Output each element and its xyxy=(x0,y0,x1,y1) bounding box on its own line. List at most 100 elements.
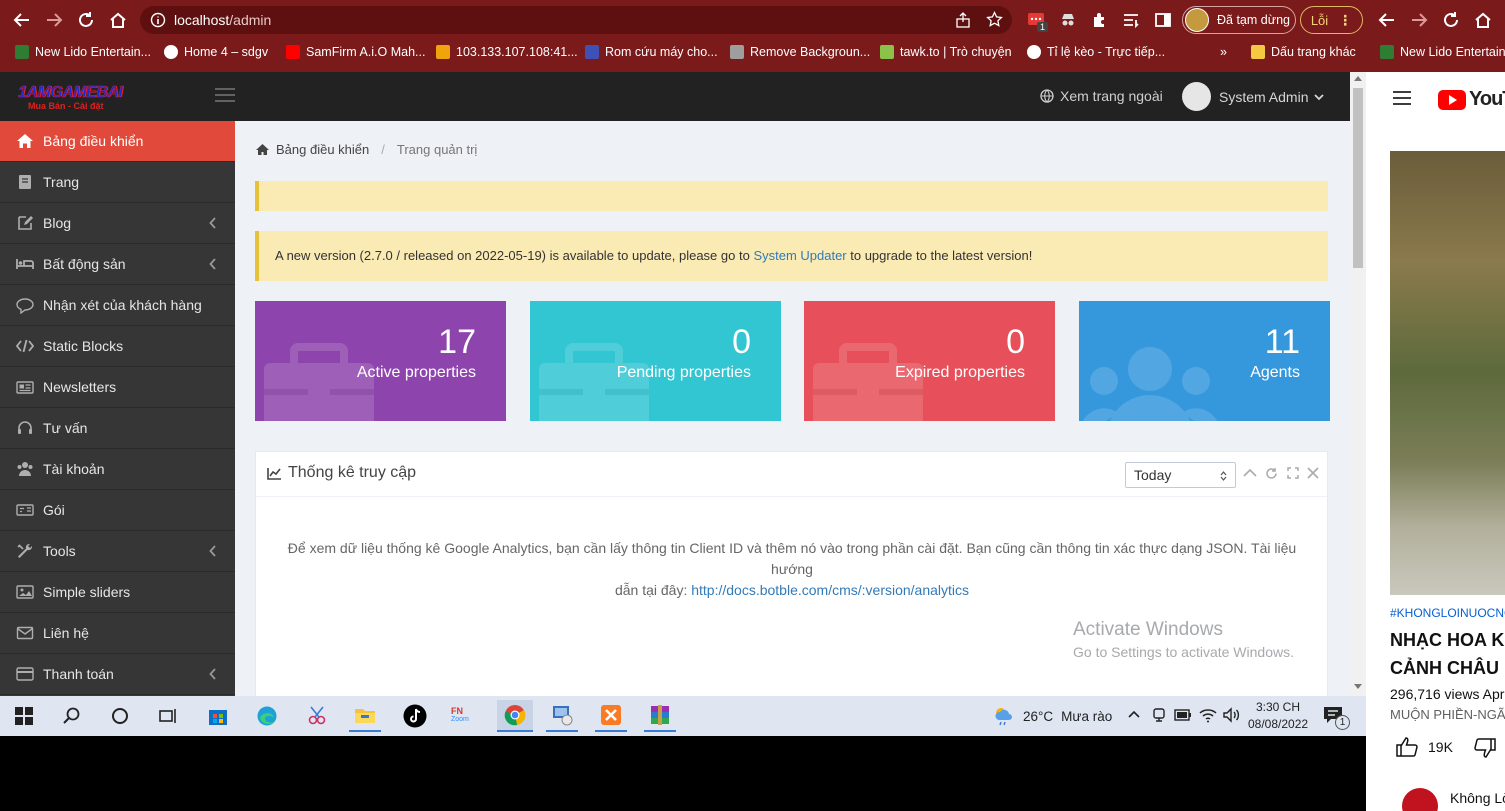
bookmark-item[interactable]: Rom cứu máy cho... xyxy=(585,42,718,62)
bookmark-item[interactable]: tawk.to | Trò chuyện xyxy=(880,42,1012,62)
like-button[interactable]: 19K xyxy=(1396,737,1453,757)
battery-icon[interactable] xyxy=(1174,709,1192,721)
sidebar-item[interactable]: Static Blocks xyxy=(0,326,235,367)
yt-forward-button[interactable] xyxy=(1410,11,1428,29)
xampp-icon[interactable] xyxy=(595,700,627,732)
page-scrollbar[interactable] xyxy=(1350,72,1366,696)
clock[interactable]: 3:30 CH 08/08/2022 xyxy=(1248,699,1308,733)
sidebar-item[interactable]: Bảng điều khiển xyxy=(0,121,235,162)
close-icon[interactable] xyxy=(1307,467,1319,479)
stat-tile[interactable]: 11 Agents xyxy=(1079,301,1330,421)
other-bookmarks-folder[interactable]: Dấu trang khác xyxy=(1251,42,1356,62)
extension-red-icon[interactable]: 1 xyxy=(1024,8,1049,32)
channel-avatar[interactable] xyxy=(1402,788,1438,811)
sidebar-item[interactable]: Nhận xét của khách hàng xyxy=(0,285,235,326)
yt-home-button[interactable] xyxy=(1474,11,1492,29)
dislike-button[interactable] xyxy=(1474,738,1496,758)
scroll-thumb[interactable] xyxy=(1353,88,1363,268)
sidebar-item[interactable]: Trang xyxy=(0,162,235,203)
sidebar-item[interactable]: Liên hệ xyxy=(0,613,235,654)
bookmark-item[interactable]: 103.133.107.108:41... xyxy=(436,42,578,62)
bookmark-item[interactable]: Tỉ lệ kèo - Trực tiếp... xyxy=(1027,42,1165,62)
sidebar-item[interactable]: Tools xyxy=(0,531,235,572)
weather-widget[interactable]: 26°C Mưa rào xyxy=(993,706,1112,726)
widget-title: Thống kê truy cập xyxy=(267,464,416,482)
home-button[interactable] xyxy=(106,8,130,32)
menu-toggle-icon[interactable] xyxy=(215,87,235,103)
sidebar-item[interactable]: Thanh toán xyxy=(0,654,235,695)
extension-spy-icon[interactable] xyxy=(1056,8,1080,32)
chrome-icon[interactable] xyxy=(497,700,533,732)
video-hashtag[interactable]: #KHONGLOINUOCNG xyxy=(1390,606,1505,620)
yt-back-button[interactable] xyxy=(1378,11,1396,29)
site-logo[interactable]: 1AMGAMEBAI Mua Bán - Cài đặt xyxy=(18,82,128,114)
code-icon xyxy=(16,337,34,355)
scroll-down-arrow[interactable] xyxy=(1354,684,1362,689)
sidebar-item[interactable]: Simple sliders xyxy=(0,572,235,613)
meet-now-icon[interactable] xyxy=(1152,707,1166,723)
reload-button[interactable] xyxy=(74,8,98,32)
scroll-up-arrow[interactable] xyxy=(1354,76,1362,81)
sidebar-item[interactable]: Tài khoản xyxy=(0,449,235,490)
bookmarks-more-button[interactable]: » xyxy=(1220,42,1227,62)
wifi-icon[interactable] xyxy=(1199,707,1217,723)
notifications-icon[interactable]: 1 xyxy=(1323,706,1350,730)
fullscreen-icon[interactable] xyxy=(1287,467,1299,479)
share-icon[interactable] xyxy=(955,12,971,28)
sidebar-item[interactable]: Bất động sản xyxy=(0,244,235,285)
reading-list-icon[interactable] xyxy=(1119,8,1143,32)
bookmark-star-icon[interactable] xyxy=(986,11,1003,28)
system-updater-link[interactable]: System Updater xyxy=(753,248,846,263)
microsoft-store-icon[interactable] xyxy=(202,700,234,732)
video-thumbnail[interactable] xyxy=(1390,151,1505,595)
sidebar-item[interactable]: Gói xyxy=(0,490,235,531)
youtube-logo[interactable]: YouTu xyxy=(1438,88,1505,111)
stat-tile[interactable]: 0 Expired properties xyxy=(804,301,1055,421)
yt-reload-button[interactable] xyxy=(1442,11,1460,29)
side-panel-icon[interactable] xyxy=(1151,8,1175,32)
collapse-icon[interactable] xyxy=(1243,468,1257,478)
analytics-message-line1: Để xem dữ liệu thống kê Google Analytics… xyxy=(287,540,1297,577)
forward-button[interactable] xyxy=(42,8,66,32)
file-explorer-icon[interactable] xyxy=(349,700,381,732)
user-menu[interactable]: System Admin xyxy=(1182,82,1325,111)
address-bar[interactable]: localhost/admin xyxy=(140,6,1012,34)
network-app-icon[interactable] xyxy=(546,700,578,732)
error-button[interactable]: Lỗi ⋮ xyxy=(1300,6,1363,34)
range-select[interactable]: Today xyxy=(1125,462,1236,488)
bookmark-item[interactable]: New Lido Entertain... xyxy=(15,42,151,62)
edge-icon[interactable] xyxy=(251,700,283,732)
zoom-app-icon[interactable]: FN Zoom xyxy=(447,700,479,732)
bookmark-item[interactable]: SamFirm A.i.O Mah... xyxy=(286,42,425,62)
stat-tile[interactable]: 17 Active properties xyxy=(255,301,506,421)
yt-bookmark-lido[interactable]: New Lido Entertain... xyxy=(1380,42,1505,62)
bookmark-item[interactable]: Home 4 – sdgv xyxy=(164,42,268,62)
taskbar-search-icon[interactable] xyxy=(56,700,88,732)
profile-button[interactable]: Đã tạm dừng xyxy=(1182,6,1296,34)
main-content: Bảng điều khiển / Trang quản trị A new v… xyxy=(235,121,1350,711)
windows-start-icon[interactable] xyxy=(8,700,40,732)
tiktok-icon[interactable] xyxy=(399,700,431,732)
volume-icon[interactable] xyxy=(1222,707,1240,723)
sidebar-item[interactable]: Tư vấn xyxy=(0,408,235,449)
info-icon[interactable] xyxy=(150,12,166,28)
analytics-doc-link[interactable]: http://docs.botble.com/cms/:version/anal… xyxy=(691,582,969,598)
task-view-icon[interactable] xyxy=(152,700,184,732)
update-alert: A new version (2.7.0 / released on 2022-… xyxy=(255,231,1328,281)
extensions-puzzle-icon[interactable] xyxy=(1088,8,1112,32)
show-hidden-icons-chevron[interactable] xyxy=(1128,710,1140,718)
sidebar-item[interactable]: Blog xyxy=(0,203,235,244)
view-site-link[interactable]: Xem trang ngoài xyxy=(1040,88,1163,104)
winrar-icon[interactable] xyxy=(644,700,676,732)
breadcrumb-home[interactable]: Bảng điều khiển xyxy=(276,142,369,157)
hamburger-icon[interactable] xyxy=(1393,91,1411,105)
url-path: /admin xyxy=(229,12,272,28)
reload-widget-icon[interactable] xyxy=(1265,467,1278,480)
snipping-tool-icon[interactable] xyxy=(301,700,333,732)
stat-tile[interactable]: 0 Pending properties xyxy=(530,301,781,421)
sidebar-item[interactable]: Newsletters xyxy=(0,367,235,408)
channel-name[interactable]: Không Lờ xyxy=(1450,790,1505,806)
cortana-icon[interactable] xyxy=(104,700,136,732)
back-button[interactable] xyxy=(10,8,34,32)
bookmark-item[interactable]: Remove Backgroun... xyxy=(730,42,870,62)
